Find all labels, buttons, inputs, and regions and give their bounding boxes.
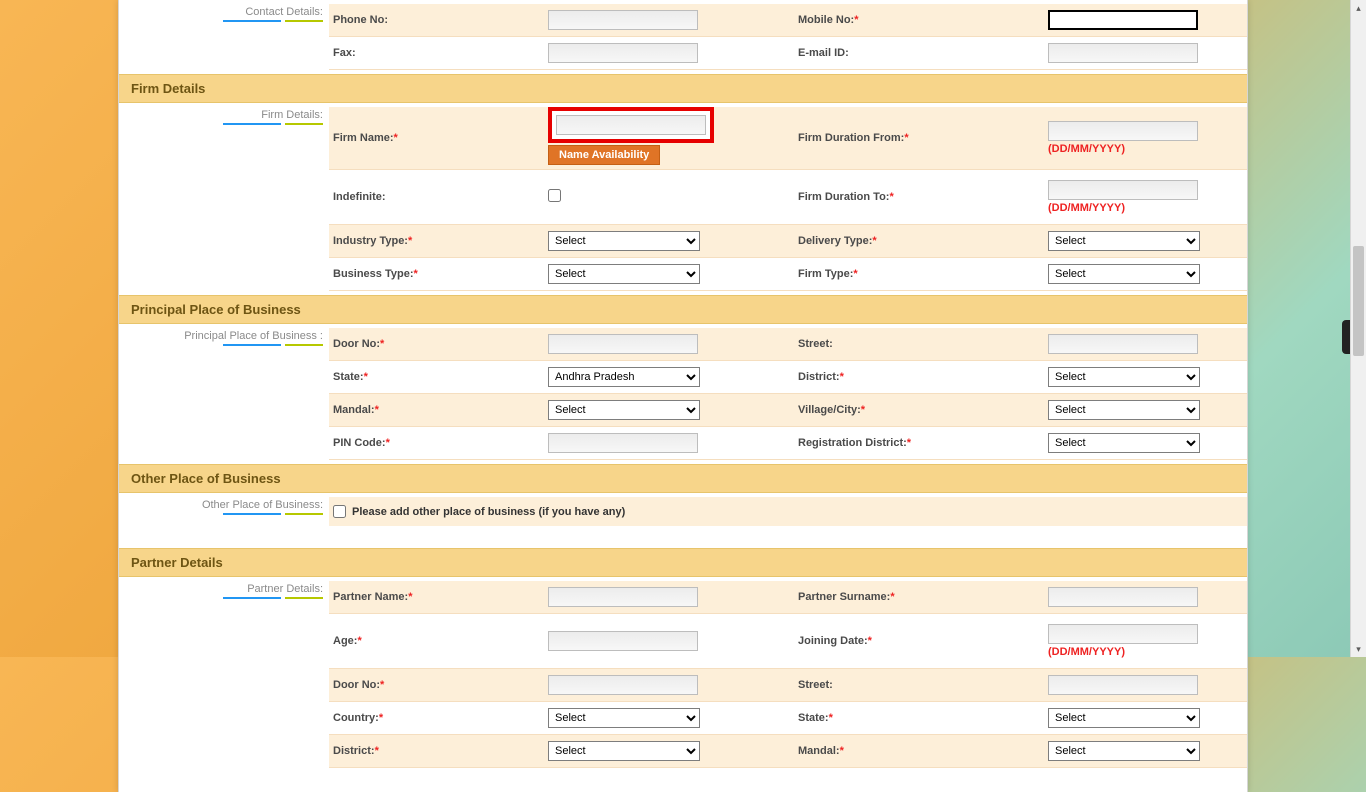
sidebar-label-contact: Contact Details: [223,0,329,74]
label-ppob-pin: PIN Code:* [329,429,544,457]
label-email: E-mail ID: [794,39,1044,67]
partner-joining-input[interactable] [1048,624,1198,644]
ppob-state-select[interactable]: Andhra Pradesh [548,367,700,387]
partner-state-select[interactable]: Select [1048,708,1200,728]
firm-type-select[interactable]: Select [1048,264,1200,284]
partner-age-input[interactable] [548,631,698,651]
label-ppob-door: Door No:* [329,330,544,358]
phone-no-input[interactable] [548,10,698,30]
ppob-door-input[interactable] [548,334,698,354]
scroll-up-arrow-icon[interactable]: ▴ [1351,0,1366,16]
delivery-type-select[interactable]: Select [1048,231,1200,251]
ppob-regdist-select[interactable]: Select [1048,433,1200,453]
label-fax: Fax: [329,39,544,67]
industry-type-select[interactable]: Select [548,231,700,251]
partner-mandal-select[interactable]: Select [1048,741,1200,761]
label-ppob-street: Street: [794,330,1044,358]
partner-door-input[interactable] [548,675,698,695]
label-ppob-regdist: Registration District:* [794,429,1044,457]
label-business-type: Business Type:* [329,260,544,288]
label-ppob-state: State:* [329,363,544,391]
partner-name-input[interactable] [548,587,698,607]
other-place-checkbox-label: Please add other place of business (if y… [352,506,625,518]
vertical-scrollbar[interactable]: ▴ ▾ [1350,0,1366,657]
label-duration-from: Firm Duration From:* [794,124,1044,152]
label-partner-age: Age:* [329,627,544,655]
duration-from-input[interactable] [1048,121,1198,141]
ppob-district-select[interactable]: Select [1048,367,1200,387]
label-partner-surname: Partner Surname:* [794,583,1044,611]
section-principal-place: Principal Place of Business [119,295,1247,324]
date-hint-join: (DD/MM/YYYY) [1048,646,1230,658]
label-firm-type: Firm Type:* [794,260,1044,288]
business-type-select[interactable]: Select [548,264,700,284]
fax-input[interactable] [548,43,698,63]
mobile-no-input[interactable] [1048,10,1198,30]
label-indefinite: Indefinite: [329,183,544,211]
sidebar-label-other: Other Place of Business: [202,493,329,548]
date-hint-from: (DD/MM/YYYY) [1048,143,1230,155]
label-partner-state: State:* [794,704,1044,732]
label-duration-to: Firm Duration To:* [794,183,1044,211]
section-firm-details: Firm Details [119,74,1247,103]
date-hint-to: (DD/MM/YYYY) [1048,202,1230,214]
partner-country-select[interactable]: Select [548,708,700,728]
scroll-thumb[interactable] [1353,246,1364,356]
duration-to-input[interactable] [1048,180,1198,200]
label-ppob-village: Village/City:* [794,396,1044,424]
name-availability-button[interactable]: Name Availability [548,145,660,165]
label-ppob-mandal: Mandal:* [329,396,544,424]
label-partner-street: Street: [794,671,1044,699]
label-delivery-type: Delivery Type:* [794,227,1044,255]
sidebar-label-firm: Firm Details: [223,103,329,295]
ppob-street-input[interactable] [1048,334,1198,354]
section-partner-details: Partner Details [119,548,1247,577]
label-phone-no: Phone No: [329,6,544,34]
partner-surname-input[interactable] [1048,587,1198,607]
ppob-village-select[interactable]: Select [1048,400,1200,420]
label-firm-name: Firm Name:* [329,124,544,152]
label-industry-type: Industry Type:* [329,227,544,255]
indefinite-checkbox[interactable] [548,189,561,202]
firm-name-highlight [548,107,714,143]
side-tab-icon[interactable] [1342,320,1350,354]
label-ppob-district: District:* [794,363,1044,391]
label-partner-mandal: Mandal:* [794,737,1044,765]
scroll-track[interactable] [1351,16,1366,641]
label-partner-name: Partner Name:* [329,583,544,611]
partner-district-select[interactable]: Select [548,741,700,761]
label-partner-joining: Joining Date:* [794,627,1044,655]
firm-name-input[interactable] [556,115,706,135]
label-partner-country: Country:* [329,704,544,732]
other-place-checkbox[interactable] [333,505,346,518]
sidebar-label-principal: Principal Place of Business : [184,324,329,464]
label-partner-district: District:* [329,737,544,765]
scroll-down-arrow-icon[interactable]: ▾ [1351,641,1366,657]
section-other-place: Other Place of Business [119,464,1247,493]
partner-street-input[interactable] [1048,675,1198,695]
sidebar-label-partner: Partner Details: [223,577,329,792]
email-input[interactable] [1048,43,1198,63]
ppob-pin-input[interactable] [548,433,698,453]
ppob-mandal-select[interactable]: Select [548,400,700,420]
label-mobile-no: Mobile No:* [794,6,1044,34]
label-partner-door: Door No:* [329,671,544,699]
